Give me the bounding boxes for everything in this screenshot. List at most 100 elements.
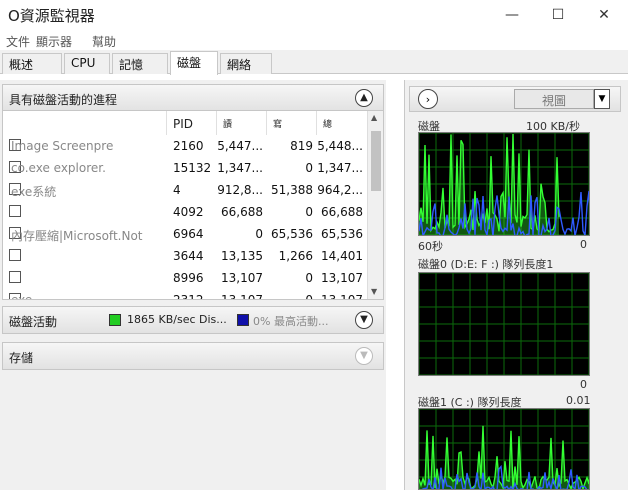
right-pane-scrollbar[interactable] [600, 116, 616, 490]
maximize-button[interactable]: ☐ [535, 0, 581, 30]
chevron-up-icon[interactable]: ▲ [355, 89, 373, 107]
expand-arrow-icon[interactable]: › [418, 89, 438, 109]
graph-toolbar: › 視圖 ▼ [409, 86, 621, 112]
row-read: 0 [255, 227, 263, 241]
scroll-up-icon[interactable]: ▲ [371, 113, 377, 122]
row-pid: 2312 [173, 293, 204, 300]
title-bar: O資源監視器 — ☐ ✕ [0, 0, 628, 30]
row-total: 5,448... [317, 139, 363, 153]
window-title: O資源監視器 [8, 7, 95, 25]
table-row[interactable]: 內存壓縮|Microsoft.Not 6964 0 65,536 65,536 [3, 223, 369, 245]
row-read: 912,8... [217, 183, 263, 197]
process-table-scrollbar[interactable]: ▲ ▼ [367, 111, 383, 299]
menu-help[interactable]: 幫助 [92, 33, 116, 50]
row-checkbox[interactable] [9, 271, 21, 283]
row-total: 1,347... [317, 161, 363, 175]
row-write: 65,536 [271, 227, 313, 241]
row-checkbox[interactable] [9, 249, 21, 261]
row-read: 1,347... [217, 161, 263, 175]
minimize-button[interactable]: — [489, 0, 535, 30]
table-row[interactable]: 4092 66,688 0 66,688 [3, 201, 369, 223]
row-write: 0 [305, 271, 313, 285]
tab-cpu[interactable]: CPU [64, 53, 110, 74]
scroll-down-icon[interactable]: ▼ [371, 287, 377, 296]
maximize-icon: ☐ [551, 7, 565, 23]
table-row[interactable]: exe 2312 13,107 0 13,107 [3, 289, 369, 300]
row-write: 51,388 [271, 183, 313, 197]
disk-processes-header[interactable]: 具有磁盤活動的進程 ▲ [2, 84, 384, 112]
table-row[interactable]: Image Screenpre 2160 5,447... 819 5,448... [3, 135, 369, 157]
column-read[interactable]: 讀 [217, 111, 267, 135]
menu-file[interactable]: 文件 [6, 33, 30, 50]
row-read: 66,688 [221, 205, 263, 219]
row-pid: 2160 [173, 139, 204, 153]
column-image[interactable] [3, 111, 167, 135]
row-read: 13,107 [221, 293, 263, 300]
row-total: 65,536 [321, 227, 363, 241]
row-image-name: 內存壓縮|Microsoft.Not [11, 229, 143, 243]
row-write: 0 [305, 161, 313, 175]
menu-monitor[interactable]: 顯示器 [36, 33, 72, 50]
dropdown-arrow-icon[interactable]: ▼ [594, 89, 610, 109]
disk-processes-title: 具有磁盤活動的進程 [9, 93, 118, 107]
row-pid: 6964 [173, 227, 204, 241]
disk-io-legend-swatch [109, 314, 121, 326]
table-row[interactable]: co.exe explorer. 15132 1,347... 0 1,347... [3, 157, 369, 179]
tab-overview[interactable]: 概述 [2, 53, 62, 74]
disk-io-label: 1865 KB/sec Dis... [127, 313, 227, 326]
chevron-down-icon[interactable]: ▼ [355, 347, 373, 365]
close-icon: ✕ [598, 7, 610, 23]
storage-title: 存儲 [9, 351, 34, 365]
row-total: 13,107 [321, 293, 363, 300]
row-checkbox[interactable] [9, 205, 21, 217]
column-write[interactable]: 寫 [267, 111, 317, 135]
graph-disk1-queue [418, 408, 590, 490]
disk-process-table: PID 讀 寫 總 Image Screenpre 2160 5,447... 819… [2, 110, 384, 300]
minimize-icon: — [505, 7, 519, 23]
row-pid: 3644 [173, 249, 204, 263]
row-total: 14,401 [321, 249, 363, 263]
close-button[interactable]: ✕ [581, 0, 627, 30]
tab-disk[interactable]: 磁盤 [170, 51, 218, 75]
view-dropdown[interactable]: 視圖 [514, 89, 594, 109]
row-image-name: exe系統 [11, 185, 57, 199]
table-row[interactable]: 3644 13,135 1,266 14,401 [3, 245, 369, 267]
row-image-name: Image Screenpre [11, 139, 114, 153]
disk-activity-title: 磁盤活動 [9, 315, 58, 329]
row-write: 0 [305, 293, 313, 300]
row-pid: 8996 [173, 271, 204, 285]
row-image-name: co.exe explorer. [11, 161, 106, 175]
row-pid: 15132 [173, 161, 212, 175]
table-row[interactable]: 8996 13,107 0 13,107 [3, 267, 369, 289]
column-total[interactable]: 總 [317, 111, 369, 135]
row-read: 13,135 [221, 249, 263, 263]
row-write: 1,266 [278, 249, 313, 263]
row-read: 13,107 [221, 271, 263, 285]
storage-header[interactable]: 存儲 ▼ [2, 342, 384, 370]
row-total: 964,2... [317, 183, 363, 197]
disk-busy-label: 0% 最高活動... [253, 315, 329, 328]
row-total: 13,107 [321, 271, 363, 285]
disk-busy-legend-swatch [237, 314, 249, 326]
row-write: 0 [305, 205, 313, 219]
graph-disk [418, 132, 590, 236]
graph-disk1-scale: 0.01 [566, 394, 591, 407]
tab-network[interactable]: 網絡 [220, 53, 272, 74]
graph-disk0-queue [418, 272, 590, 376]
table-row[interactable]: exe系統 4 912,8... 51,388 964,2... [3, 179, 369, 201]
graph-disk-time-label: 60秒 [418, 240, 443, 253]
row-pid: 4 [173, 183, 181, 197]
tab-memory[interactable]: 記憶 [112, 53, 168, 74]
disk-activity-header[interactable]: 磁盤活動 1865 KB/sec Dis... 0% 最高活動... ▼ [2, 306, 384, 334]
scrollbar-thumb[interactable] [371, 131, 381, 191]
chevron-down-icon[interactable]: ▼ [355, 311, 373, 329]
menu-bar: 文件 顯示器 幫助 [0, 30, 628, 50]
tab-bar: 概述 CPU 記憶 磁盤 網絡 [0, 50, 628, 75]
graph-disk0-title: 磁盤0 (D:E: F :) 隊列長度1 [418, 258, 554, 271]
graph-disk0-min-label: 0 [580, 378, 587, 391]
row-write: 819 [290, 139, 313, 153]
row-pid: 4092 [173, 205, 204, 219]
column-pid[interactable]: PID [167, 111, 217, 135]
row-read: 5,447... [217, 139, 263, 153]
row-image-name: exe [11, 293, 33, 300]
